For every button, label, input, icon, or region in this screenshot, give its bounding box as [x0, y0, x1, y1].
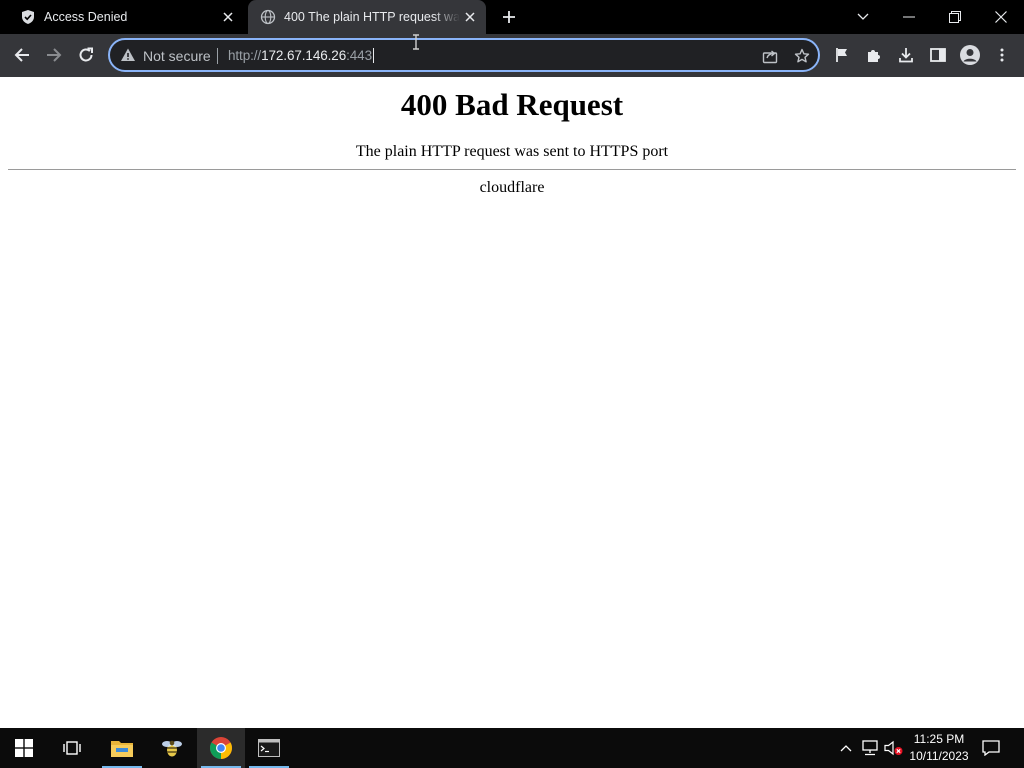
security-label[interactable]: Not secure: [143, 48, 211, 64]
taskbar: 11:25 PM 10/11/2023: [0, 728, 1024, 768]
start-button[interactable]: [0, 728, 48, 768]
tab-search-chevron-icon[interactable]: [840, 0, 886, 34]
warning-icon[interactable]: [120, 47, 136, 63]
side-panel-icon[interactable]: [924, 41, 952, 69]
system-clock[interactable]: 11:25 PM 10/11/2023: [904, 731, 974, 765]
file-explorer-icon[interactable]: [98, 728, 146, 768]
server-name: cloudflare: [479, 179, 545, 196]
url-host: 172.67.146.26: [261, 48, 347, 63]
profile-avatar-icon[interactable]: [956, 41, 984, 69]
clock-date: 10/11/2023: [909, 749, 969, 763]
text-caret: [373, 48, 374, 63]
globe-icon: [260, 9, 276, 25]
share-icon[interactable]: [760, 46, 780, 66]
menu-kebab-icon[interactable]: [988, 41, 1016, 69]
text-cursor-icon: [411, 34, 421, 50]
back-button[interactable]: [8, 41, 36, 69]
site-favicon-icon: [20, 9, 36, 25]
clock-time: 11:25 PM: [913, 732, 965, 746]
bug-tool-icon[interactable]: [148, 728, 196, 768]
volume-muted-icon[interactable]: [884, 738, 904, 758]
tab-access-denied[interactable]: Access Denied: [8, 0, 244, 34]
omnibox-divider: [217, 48, 218, 64]
tab-title: 400 The plain HTTP request was sent to H…: [284, 10, 460, 24]
minimize-button[interactable]: [886, 0, 932, 34]
page-viewport: 400 Bad Request The plain HTTP request w…: [0, 77, 1024, 728]
network-icon[interactable]: [860, 738, 880, 758]
close-tab-icon[interactable]: [460, 7, 480, 27]
terminal-icon[interactable]: [245, 728, 293, 768]
restore-button[interactable]: [932, 0, 978, 34]
tab-bad-request[interactable]: 400 The plain HTTP request was sent to H…: [248, 0, 486, 34]
chrome-icon[interactable]: [197, 728, 245, 768]
extensions-icon[interactable]: [860, 41, 888, 69]
address-bar[interactable]: Not secure http://172.67.146.26:443: [108, 38, 820, 72]
close-tab-icon[interactable]: [218, 7, 238, 27]
reload-button[interactable]: [72, 41, 100, 69]
new-tab-button[interactable]: [498, 6, 520, 28]
tab-title: Access Denied: [44, 10, 128, 24]
error-message: The plain HTTP request was sent to HTTPS…: [355, 143, 669, 160]
url-scheme: http://: [228, 48, 262, 63]
close-window-button[interactable]: [978, 0, 1024, 34]
notifications-icon[interactable]: [981, 738, 1001, 758]
chevron-up-icon[interactable]: [836, 738, 856, 758]
bookmark-star-icon[interactable]: [792, 46, 812, 66]
url-text[interactable]: http://172.67.146.26:443: [228, 48, 374, 63]
page-heading: 400 Bad Request: [400, 87, 624, 122]
forward-button[interactable]: [40, 41, 68, 69]
url-port: :443: [346, 48, 372, 63]
divider: [8, 169, 1016, 170]
download-icon[interactable]: [892, 41, 920, 69]
task-view-icon[interactable]: [48, 728, 96, 768]
tab-strip: Access Denied 400 The plain HTTP request…: [0, 0, 1024, 34]
flag-icon[interactable]: [828, 41, 856, 69]
